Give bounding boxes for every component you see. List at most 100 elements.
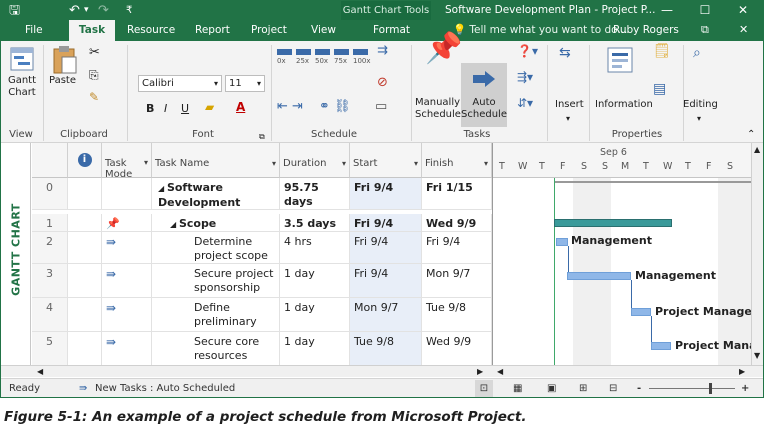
tell-me-box[interactable]: 💡 Tell me what you want to do... [453,20,627,41]
indicator-cell [68,298,102,332]
zoom-slider-thumb[interactable] [709,383,712,394]
dialog-launcher-icon[interactable]: ⧉ [259,131,265,143]
project-window: 🖫 ↶ ▾ ↷ ₹ Gantt Chart Tools Software Dev… [0,0,764,398]
inactivate-icon[interactable]: ▭ [375,100,387,113]
format-painter-icon[interactable]: ✎ [89,91,99,103]
group-label-properties: Properties [611,129,663,140]
title-bar: 🖫 ↶ ▾ ↷ ₹ Gantt Chart Tools Software Dev… [1,1,763,20]
figure-caption: Figure 5-1: An example of a project sche… [4,409,527,425]
resource-sheet-icon[interactable]: ⊞ [579,379,587,397]
task-name-cell[interactable]: ◢ Scope [152,214,280,232]
minimize-button[interactable]: — [649,1,685,20]
close-button[interactable]: ✕ [725,1,761,20]
gantt-chart-area[interactable]: Sep 6 T W T F S S M T W T F S Management… [492,143,763,365]
hundred-pct-icon[interactable] [353,49,368,55]
cut-icon[interactable]: ✂ [89,46,100,59]
status-bar: Ready ⇛ New Tasks : Auto Scheduled ⊡ ▦ ▣… [1,378,763,397]
tab-task[interactable]: Task [69,20,115,41]
save-icon[interactable]: 🖫 [9,2,20,19]
tab-view[interactable]: View [307,20,340,41]
task-name-cell[interactable]: Define preliminary [152,298,280,332]
scroll-up-icon[interactable]: ▲ [754,145,760,154]
task-name-cell[interactable]: ◢ Software Development [152,178,280,210]
scroll-left-icon[interactable]: ◀ [497,366,503,377]
bold-button[interactable]: B [146,103,154,115]
underline-button[interactable]: U [181,103,189,115]
task-bar[interactable] [556,238,568,246]
row-number-header [32,143,68,178]
timescale-header: Sep 6 T W T F S S M T W T F S [493,143,763,178]
link-tasks-icon[interactable]: ⚭ ⛓ [319,100,351,113]
user-name[interactable]: Ruby Rogers [613,20,679,41]
task-bar[interactable] [567,272,631,280]
task-name-cell[interactable]: Secure core resources [152,332,280,365]
highlight-color-icon[interactable]: ▰ [205,101,214,113]
font-color-icon[interactable]: A [236,101,245,113]
undo-dropdown-icon[interactable]: ▾ [84,2,89,19]
scroll-left-icon[interactable]: ◀ [37,366,43,377]
auto-schedule-button[interactable]: Auto Schedule [461,63,507,127]
ribbon-display-icon[interactable]: ⧉ [701,23,709,37]
ribbon: Gantt Chart View Paste ✂ ⎘ ✎ Clipboard C… [1,34,763,143]
information-icon [607,47,633,73]
collapse-triangle-icon[interactable]: ◢ [170,220,179,229]
seventyfive-pct-icon[interactable] [334,49,349,55]
team-planner-icon[interactable]: ▣ [547,379,556,397]
scroll-down-icon[interactable]: ▼ [754,351,760,360]
redo-icon[interactable]: ↷ [98,2,109,19]
horizontal-scrollbars[interactable]: ◀ ▶ ◀ ▶ [1,365,763,377]
tab-project[interactable]: Project [247,20,291,41]
zoom-slider[interactable] [649,388,735,389]
indent-icon[interactable]: ⇤ ⇥ [277,100,303,113]
fifty-pct-icon[interactable] [315,49,330,55]
undo-icon[interactable]: ↶ [69,2,80,19]
finish-header[interactable]: Finish ▾ [422,143,492,178]
scroll-right-icon[interactable]: ▶ [739,366,745,377]
indicators-header[interactable]: i [68,143,102,178]
close-doc-icon[interactable]: ✕ [739,23,748,36]
zoom-in-button[interactable]: + [741,379,749,397]
mode-icon[interactable]: ⇵▾ [517,97,533,109]
tab-file[interactable]: File [21,20,47,41]
start-header[interactable]: Start ▾ [350,143,422,178]
task-mode-header[interactable]: Task Mode ▾ [102,143,152,180]
italic-button[interactable]: I [164,103,167,115]
tab-format[interactable]: Format [369,20,414,41]
task-name-header[interactable]: Task Name ▾ [152,143,280,178]
font-name-select[interactable]: Calibri ▾ [138,75,222,92]
project-summary-bar[interactable] [555,181,763,183]
restore-button[interactable]: ☐ [687,1,723,20]
tab-resource[interactable]: Resource [123,20,179,41]
duration-header[interactable]: Duration ▾ [280,143,350,178]
task-name-cell[interactable]: Determine project scope [152,232,280,264]
customize-toolbar-icon[interactable]: ₹ [126,2,132,19]
move-icon[interactable]: ⇶▾ [517,71,533,83]
copy-icon[interactable]: ⎘ [89,69,99,81]
mark-on-track-icon[interactable]: ⇉ [377,44,388,57]
indicator-cell [68,332,102,365]
dependency-arrow [631,280,632,308]
inspect-icon[interactable]: ❓▾ [517,45,538,57]
task-name-cell[interactable]: Secure project sponsorship [152,264,280,298]
tab-report[interactable]: Report [191,20,234,41]
twentyfive-pct-icon[interactable] [296,49,311,55]
zoom-out-button[interactable]: - [637,379,641,397]
task-bar[interactable] [651,342,671,350]
details-icon[interactable]: ▤ [653,82,666,96]
collapse-triangle-icon[interactable]: ◢ [158,184,167,193]
auto-scheduled-icon: ⇛ [102,332,152,365]
font-size-select[interactable]: 11 ▾ [225,75,265,92]
task-bar[interactable] [631,308,651,316]
notes-icon[interactable]: 🗒 [653,44,671,58]
report-icon[interactable]: ⊟ [609,379,617,397]
collapse-ribbon-icon[interactable]: ⌃ [747,129,755,141]
scroll-right-icon[interactable]: ▶ [477,366,483,377]
zero-pct-icon[interactable] [277,49,292,55]
new-tasks-mode[interactable]: New Tasks : Auto Scheduled [95,379,235,397]
scope-summary-bar[interactable] [554,219,672,227]
vertical-scrollbar[interactable]: ▲ ▼ [751,143,763,365]
respect-links-icon[interactable]: ⊘ [377,76,388,89]
task-usage-icon[interactable]: ▦ [513,379,522,397]
gantt-view-icon[interactable]: ⊡ [475,380,493,397]
search-icon: ⌕ [693,45,701,61]
